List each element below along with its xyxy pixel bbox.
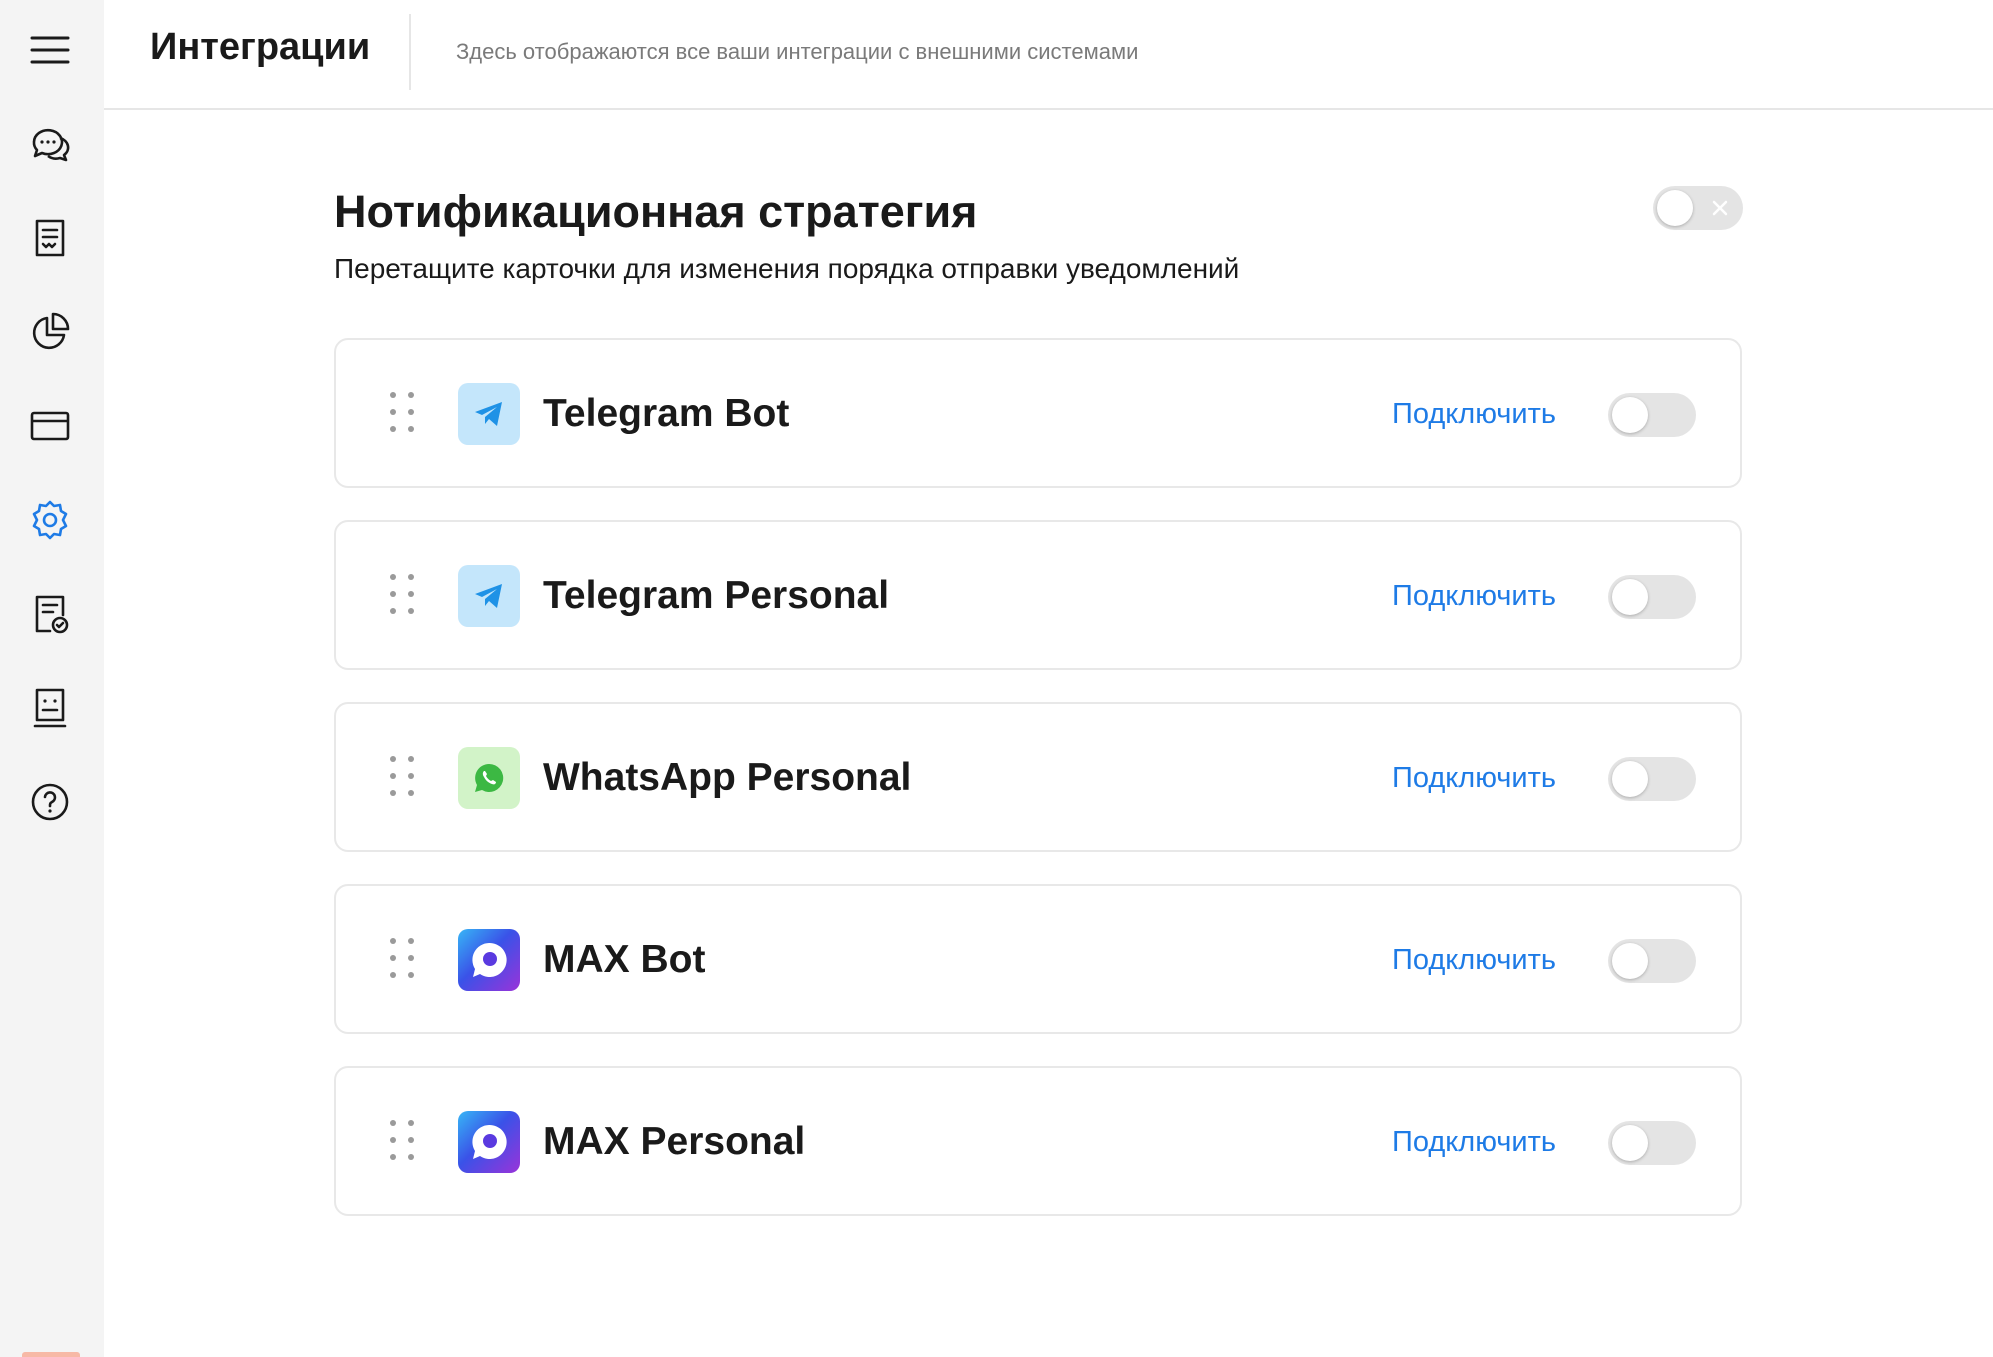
sidebar-accent — [22, 1352, 80, 1357]
connect-button[interactable]: Подключить — [1392, 944, 1556, 977]
integration-name: Telegram Bot — [543, 392, 790, 435]
integration-toggle[interactable] — [1608, 1121, 1696, 1165]
drag-handle-icon[interactable] — [390, 1120, 418, 1164]
sidebar — [0, 0, 104, 1357]
integration-name: Telegram Personal — [543, 574, 890, 617]
connect-button[interactable]: Подключить — [1392, 1126, 1556, 1159]
card-icon[interactable] — [22, 398, 78, 454]
max-icon — [458, 1111, 520, 1173]
strategy-toggle[interactable] — [1653, 186, 1743, 230]
drag-handle-icon[interactable] — [390, 574, 418, 618]
integration-card-telegram-bot[interactable]: Telegram Bot Подключить — [334, 338, 1742, 488]
drag-handle-icon[interactable] — [390, 938, 418, 982]
integration-card-max-bot[interactable]: MAX Bot Подключить — [334, 884, 1742, 1034]
integration-name: MAX Bot — [543, 938, 706, 981]
gear-icon[interactable] — [22, 492, 78, 548]
connect-button[interactable]: Подключить — [1392, 398, 1556, 431]
telegram-icon — [458, 565, 520, 627]
toggle-knob — [1657, 190, 1693, 226]
integration-toggle[interactable] — [1608, 575, 1696, 619]
page-title: Интеграции — [150, 26, 371, 68]
integration-card-telegram-personal[interactable]: Telegram Personal Подключить — [334, 520, 1742, 670]
page-subtitle: Здесь отображаются все ваши интеграции с… — [456, 39, 1139, 64]
title-divider — [409, 14, 411, 90]
max-icon — [458, 929, 520, 991]
integration-name: MAX Personal — [543, 1120, 806, 1163]
connect-button[interactable]: Подключить — [1392, 580, 1556, 613]
telegram-icon — [458, 383, 520, 445]
integration-toggle[interactable] — [1608, 757, 1696, 801]
integration-card-max-personal[interactable]: MAX Personal Подключить — [334, 1066, 1742, 1216]
top-bar: Интеграции Здесь отображаются все ваши и… — [104, 0, 1993, 110]
strategy-title: Нотификационная стратегия — [334, 186, 978, 237]
integration-toggle[interactable] — [1608, 939, 1696, 983]
close-icon — [1712, 200, 1728, 216]
pie-chart-icon[interactable] — [22, 304, 78, 360]
profile-card-icon[interactable] — [22, 680, 78, 736]
help-icon[interactable] — [22, 774, 78, 830]
chat-icon[interactable] — [22, 116, 78, 172]
document-check-icon[interactable] — [22, 586, 78, 642]
integration-toggle[interactable] — [1608, 393, 1696, 437]
document-list-icon[interactable] — [22, 210, 78, 266]
integration-name: WhatsApp Personal — [543, 756, 912, 799]
integration-card-whatsapp-personal[interactable]: WhatsApp Personal Подключить — [334, 702, 1742, 852]
connect-button[interactable]: Подключить — [1392, 762, 1556, 795]
drag-handle-icon[interactable] — [390, 756, 418, 800]
strategy-description: Перетащите карточки для изменения порядк… — [334, 253, 1240, 284]
drag-handle-icon[interactable] — [390, 392, 418, 436]
menu-icon[interactable] — [22, 22, 78, 78]
whatsapp-icon — [458, 747, 520, 809]
